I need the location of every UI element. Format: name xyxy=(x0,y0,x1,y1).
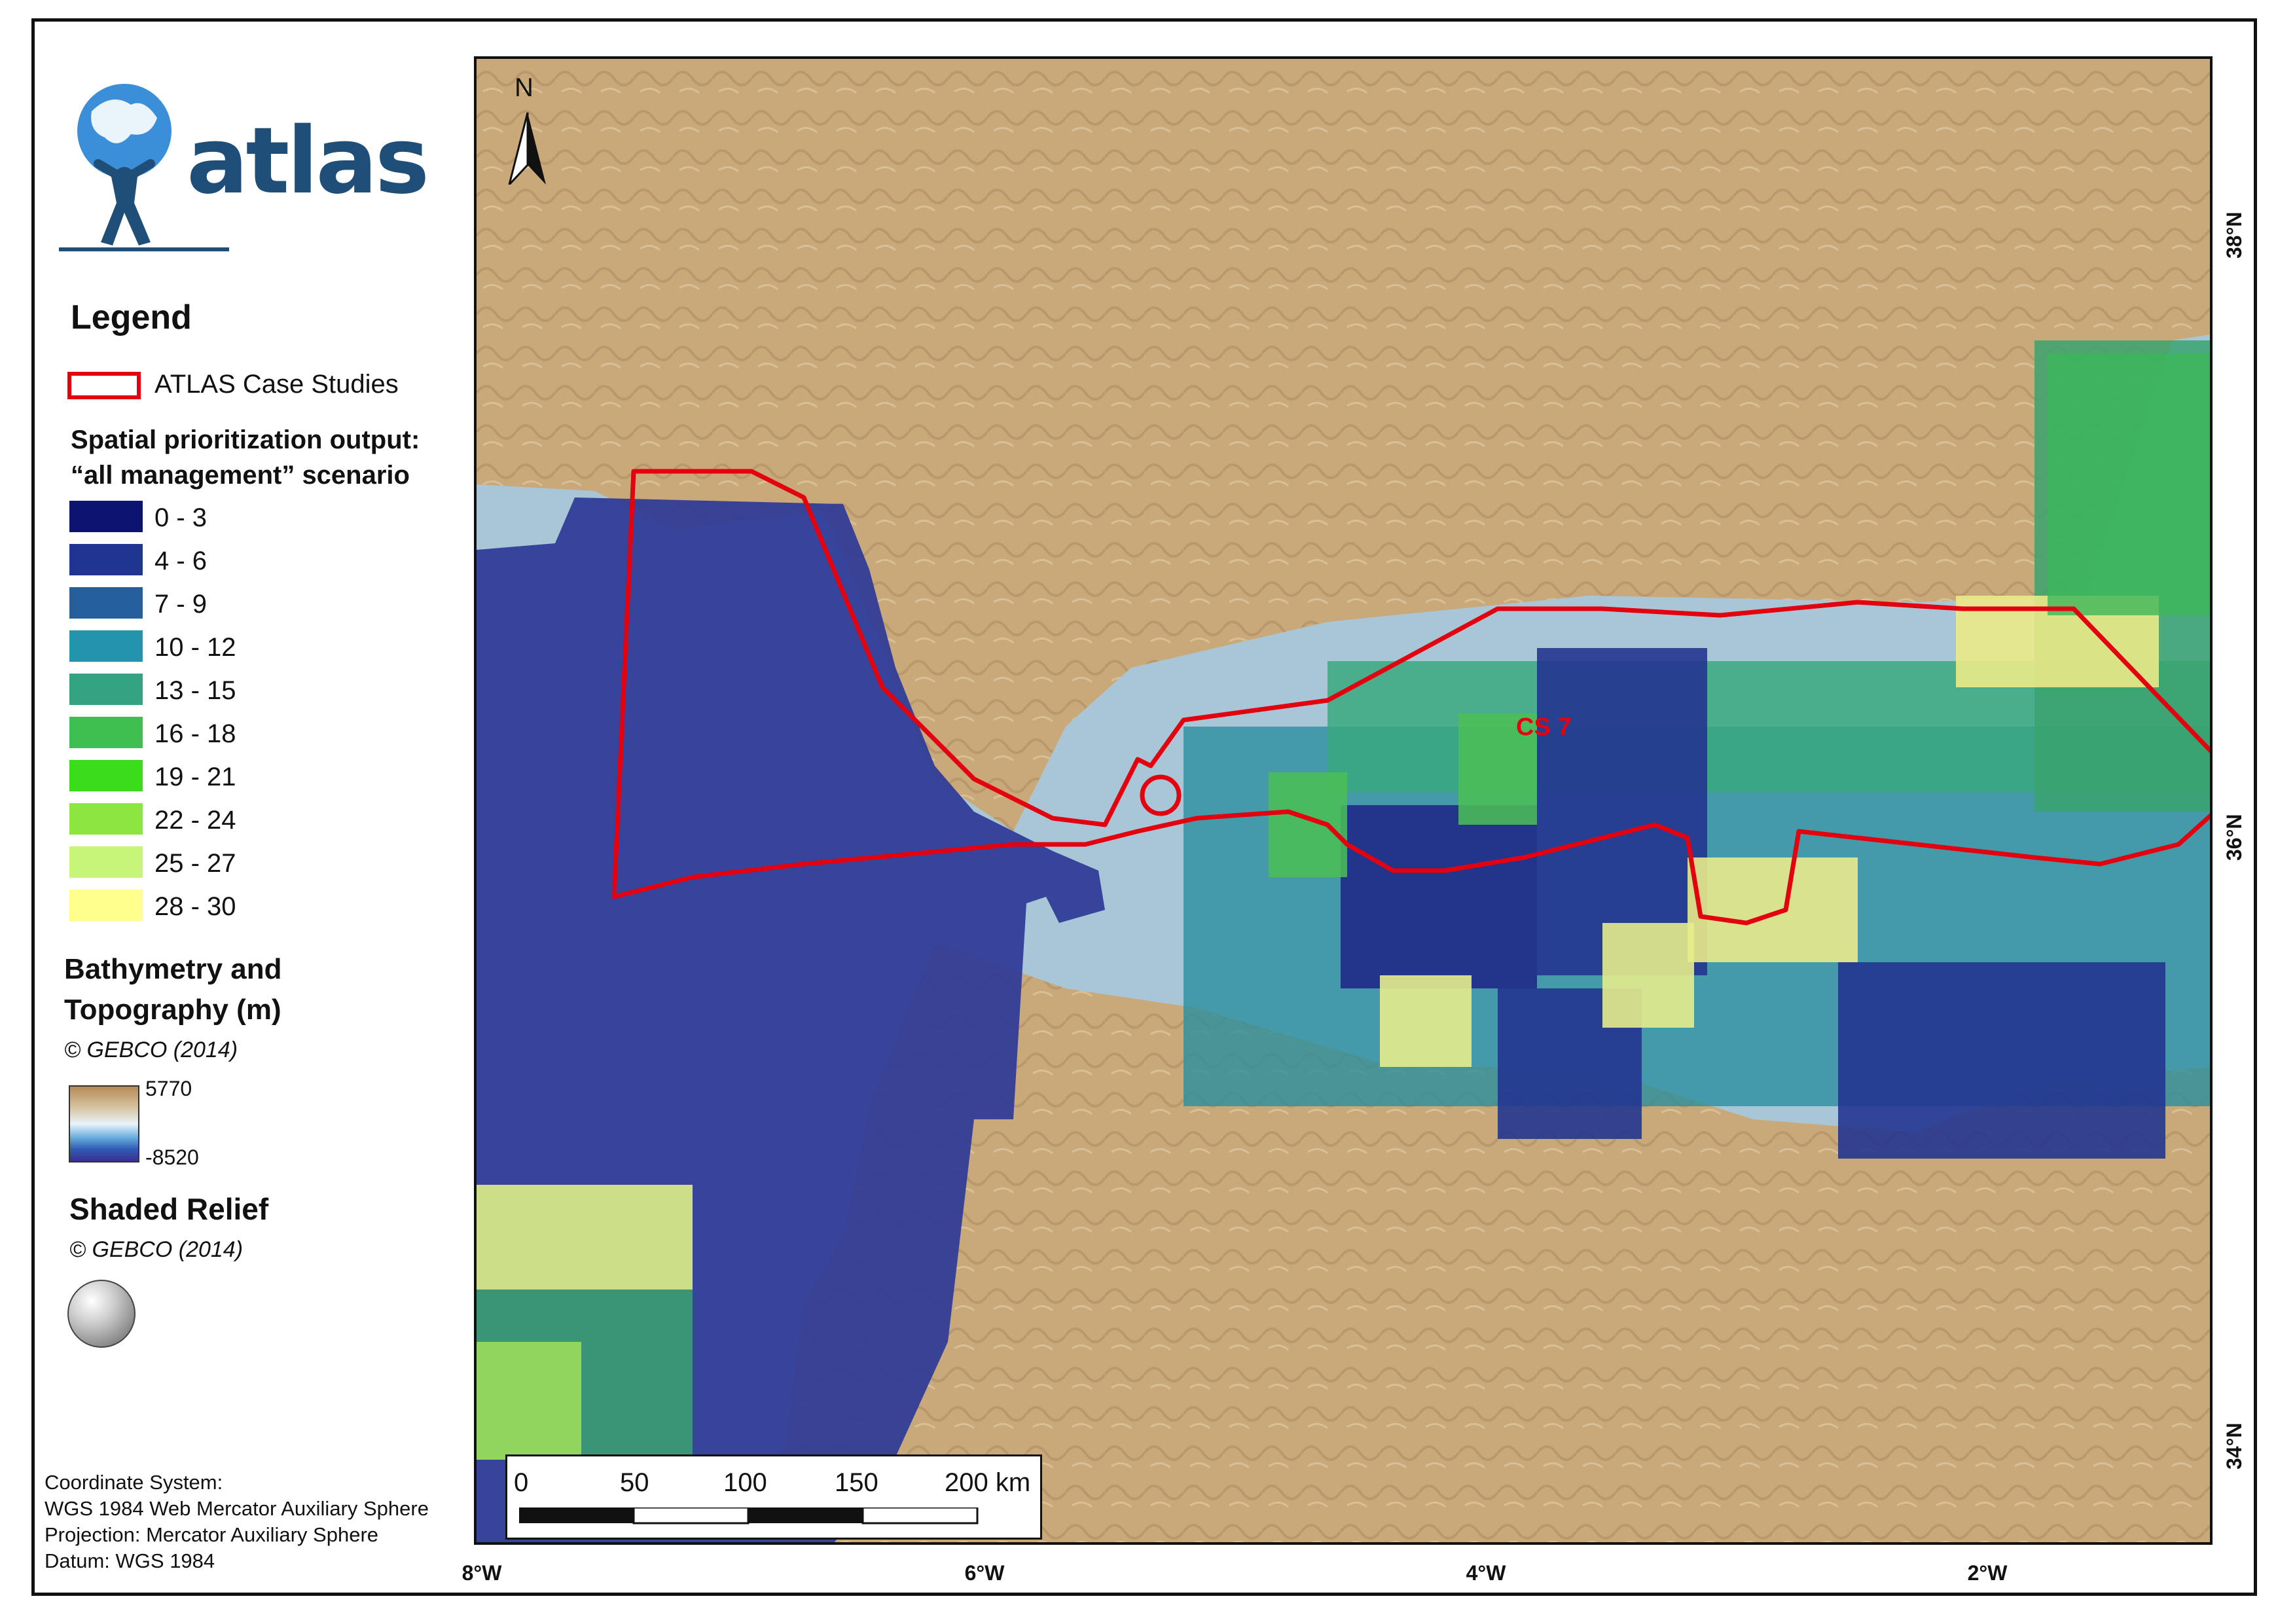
coord-line4: Datum: WGS 1984 xyxy=(45,1549,215,1572)
legend-class-label: 10 - 12 xyxy=(154,633,236,662)
green-block-1 xyxy=(2048,353,2210,615)
ramp-min-label: -8520 xyxy=(145,1146,199,1169)
legend-class-swatch xyxy=(69,544,143,575)
legend-class-label: 19 - 21 xyxy=(154,763,236,791)
legend-class-swatch xyxy=(69,674,143,705)
coordinate-info: Coordinate System: WGS 1984 Web Mercator… xyxy=(45,1470,429,1574)
legend-class-swatch xyxy=(69,890,143,921)
legend-class-label: 16 - 18 xyxy=(154,719,236,748)
legend-class-label: 25 - 27 xyxy=(154,849,236,878)
x-tick-6w: 6°W xyxy=(964,1561,1005,1585)
x-tick-4w: 4°W xyxy=(1466,1561,1506,1585)
scale-label-200: 200 km xyxy=(945,1468,1031,1497)
bathy-color-ramp xyxy=(69,1085,139,1163)
map-svg xyxy=(477,59,2210,1542)
y-tick-36n: 36°N xyxy=(2222,814,2246,861)
case-studies-swatch xyxy=(67,372,141,399)
yellow-block-3 xyxy=(1602,923,1694,1028)
legend-class-label: 28 - 30 xyxy=(154,892,236,921)
med-block-3 xyxy=(1838,962,2165,1159)
case-studies-label: ATLAS Case Studies xyxy=(154,370,399,399)
scale-bar: 0 50 100 150 200 km xyxy=(505,1454,1042,1540)
legend-class-label: 4 - 6 xyxy=(154,547,208,575)
legend-class-swatch xyxy=(69,630,143,662)
scale-label-150: 150 xyxy=(835,1468,878,1497)
scale-label-100: 100 xyxy=(723,1468,767,1497)
y-tick-38n: 38°N xyxy=(2222,211,2246,259)
legend-class-swatch xyxy=(69,587,143,619)
shaded-relief-sphere-icon xyxy=(67,1280,136,1348)
legend-class-swatch xyxy=(69,846,143,878)
med-block-1 xyxy=(1341,805,1537,988)
coord-line1: Coordinate System: xyxy=(45,1471,223,1494)
sw-block-3 xyxy=(477,1342,581,1460)
scale-label-50: 50 xyxy=(620,1468,649,1497)
y-tick-34n: 34°N xyxy=(2222,1422,2246,1470)
ramp-max-label: 5770 xyxy=(145,1077,192,1100)
yellow-block-4 xyxy=(1380,975,1472,1067)
shaded-credit: © GEBCO (2014) xyxy=(69,1237,244,1262)
legend-class-label: 7 - 9 xyxy=(154,590,208,619)
coord-line2: WGS 1984 Web Mercator Auxiliary Sphere xyxy=(45,1497,429,1520)
sw-block-2 xyxy=(477,1185,693,1290)
bathy-title-line2: Topography (m) xyxy=(64,994,281,1026)
spatial-title: Spatial prioritization output: “all mana… xyxy=(71,422,420,493)
legend-class-label: 0 - 3 xyxy=(154,503,208,532)
shaded-relief-title: Shaded Relief xyxy=(69,1192,269,1226)
spatial-title-line2: “all management” scenario xyxy=(71,461,410,490)
map-canvas[interactable]: CS 7 xyxy=(474,56,2213,1545)
bathy-title: Bathymetry and Topography (m) xyxy=(64,949,282,1030)
scale-label-0: 0 xyxy=(514,1468,529,1497)
bathy-credit: © GEBCO (2014) xyxy=(64,1038,238,1062)
spatial-title-line1: Spatial prioritization output: xyxy=(71,425,420,454)
yellow-block-2 xyxy=(1688,857,1858,962)
legend-class-label: 13 - 15 xyxy=(154,676,236,705)
green-block-3 xyxy=(1269,772,1347,877)
coord-line3: Projection: Mercator Auxiliary Sphere xyxy=(45,1523,379,1546)
legend-class-swatch xyxy=(69,803,143,835)
legend-title: Legend xyxy=(71,298,192,336)
scale-bar-segments xyxy=(519,1507,979,1525)
north-label: N xyxy=(515,73,533,102)
bathy-title-line1: Bathymetry and xyxy=(64,953,282,985)
legend-class-swatch xyxy=(69,501,143,532)
logo-text: atlas xyxy=(187,108,429,215)
x-tick-2w: 2°W xyxy=(1967,1561,2008,1585)
x-tick-8w: 8°W xyxy=(461,1561,502,1585)
case-study-label[interactable]: CS 7 xyxy=(1516,713,1571,742)
legend-class-swatch xyxy=(69,760,143,791)
legend-class-label: 22 - 24 xyxy=(154,806,236,835)
legend-class-swatch xyxy=(69,717,143,748)
